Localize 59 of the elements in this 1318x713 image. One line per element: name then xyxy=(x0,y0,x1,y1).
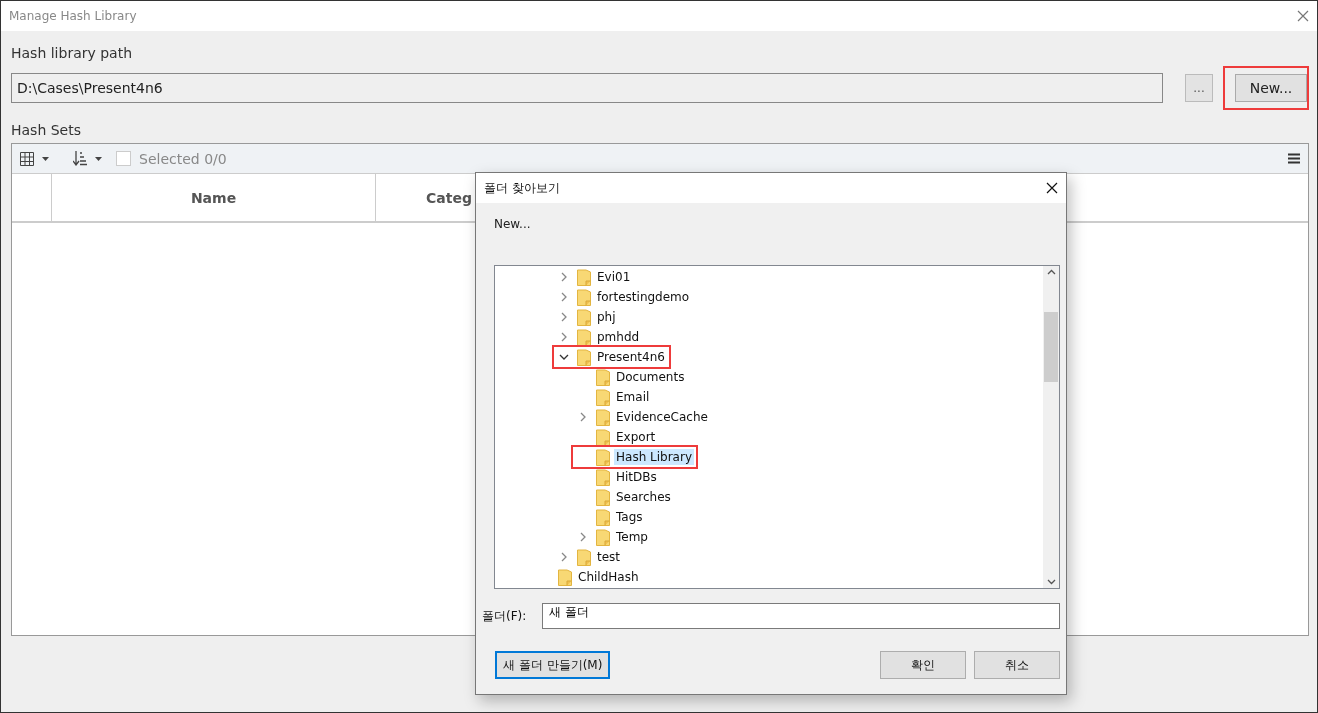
close-icon[interactable] xyxy=(1046,182,1058,194)
folder-icon xyxy=(596,368,610,386)
tree-item[interactable]: EvidenceCache xyxy=(573,407,712,427)
folder-icon xyxy=(577,308,591,326)
tree-item[interactable]: phj xyxy=(554,307,620,327)
scrollbar-thumb[interactable] xyxy=(1044,312,1058,382)
folder-icon xyxy=(577,548,591,566)
grid-icon[interactable] xyxy=(20,151,34,166)
make-folder-button[interactable]: 새 폴더 만들기(M) xyxy=(495,651,611,679)
tree-item[interactable]: fortestingdemo xyxy=(554,287,694,307)
folder-icon xyxy=(596,508,610,526)
browse-button[interactable]: ... xyxy=(1185,74,1213,102)
folder-icon xyxy=(596,468,610,486)
menu-icon[interactable] xyxy=(1288,153,1300,164)
selected-count: Selected 0/0 xyxy=(139,150,227,167)
ok-button[interactable]: 확인 xyxy=(880,651,966,679)
tree-item[interactable]: Present4n6 xyxy=(554,347,669,367)
folder-icon xyxy=(577,268,591,286)
chevron-right-icon[interactable] xyxy=(560,552,567,562)
cancel-button[interactable]: 취소 xyxy=(974,651,1060,679)
tree-item[interactable]: Email xyxy=(573,387,654,407)
scroll-down-icon[interactable] xyxy=(1046,579,1056,585)
tree-item[interactable]: Tags xyxy=(573,507,647,527)
window-title: Manage Hash Library xyxy=(9,9,137,23)
folder-icon xyxy=(577,288,591,306)
select-all-checkbox[interactable] xyxy=(116,151,131,166)
scroll-up-icon[interactable] xyxy=(1046,269,1056,275)
chevron-right-icon[interactable] xyxy=(579,412,586,422)
caret-icon[interactable] xyxy=(95,156,102,161)
hash-sets-label: Hash Sets xyxy=(11,122,82,138)
sort-icon[interactable] xyxy=(73,151,87,166)
new-button[interactable]: New... xyxy=(1223,66,1309,110)
tree-item[interactable]: Export xyxy=(573,427,660,447)
folder-icon xyxy=(596,528,610,546)
tree-item[interactable]: Temp xyxy=(573,527,652,547)
tree-item[interactable]: Evi01 xyxy=(554,267,635,287)
tree-item[interactable]: ChildHash xyxy=(535,567,643,587)
folder-icon xyxy=(577,348,591,366)
folder-label: 폴더(F): xyxy=(482,607,528,625)
folder-icon xyxy=(596,388,610,406)
folder-name-field[interactable]: 새 폴더 xyxy=(542,603,1060,629)
tree-item[interactable]: Searches xyxy=(573,487,675,507)
caret-icon[interactable] xyxy=(42,156,49,161)
chevron-down-icon[interactable] xyxy=(558,354,569,360)
tree-item[interactable]: test xyxy=(554,547,625,567)
folder-icon xyxy=(577,328,591,346)
folder-icon xyxy=(596,448,610,466)
folder-icon xyxy=(596,488,610,506)
chevron-right-icon[interactable] xyxy=(579,532,586,542)
column-header[interactable]: Name xyxy=(52,174,376,221)
scrollbar[interactable] xyxy=(1043,266,1059,588)
tree-item[interactable]: HitDBs xyxy=(573,467,661,487)
path-field[interactable]: D:\Cases\Present4n6 xyxy=(11,73,1163,103)
path-label: Hash library path xyxy=(11,45,134,61)
folder-icon xyxy=(596,408,610,426)
folder-icon xyxy=(558,568,572,586)
tree-item[interactable]: pmhdd xyxy=(554,327,644,347)
tree-item[interactable]: Documents xyxy=(573,367,689,387)
folder-icon xyxy=(596,428,610,446)
